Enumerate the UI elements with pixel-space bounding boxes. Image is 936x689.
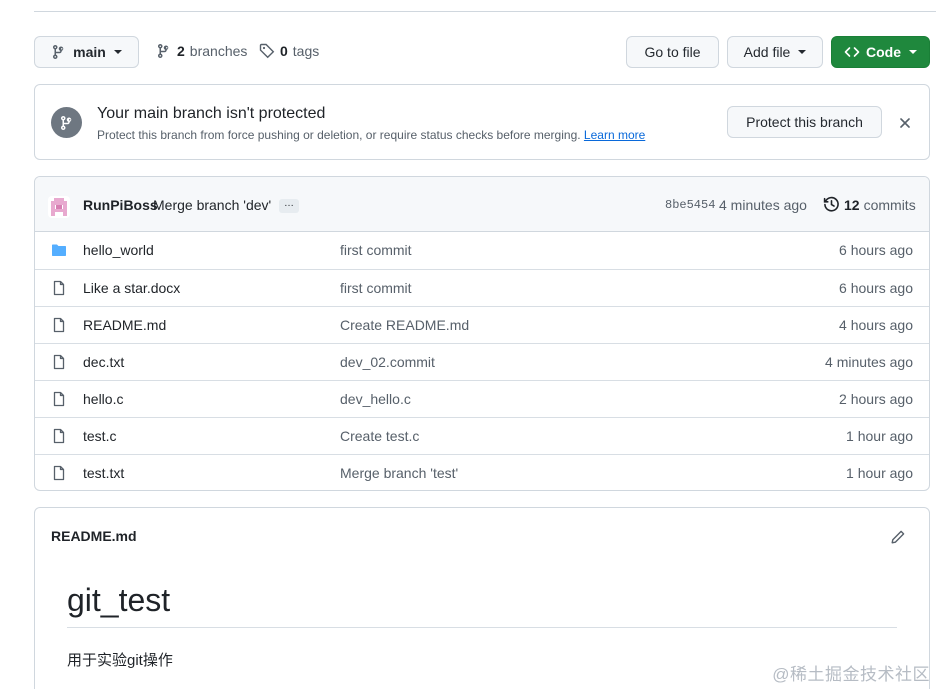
go-to-file-label: Go to file: [644, 44, 701, 60]
file-commit-message[interactable]: dev_02.commit: [340, 354, 435, 370]
file-name[interactable]: README.md: [83, 317, 166, 333]
watermark: @稀土掘金技术社区: [772, 665, 930, 684]
branch-protection-icon: [51, 107, 82, 138]
commits-history-link[interactable]: 12 commits: [823, 196, 916, 213]
code-label: Code: [866, 44, 901, 60]
file-age: 1 hour ago: [846, 428, 913, 444]
learn-more-link[interactable]: Learn more: [584, 128, 645, 142]
file-name[interactable]: dec.txt: [83, 354, 124, 370]
file-icon: [53, 428, 65, 444]
file-age: 4 minutes ago: [825, 354, 913, 370]
file-name[interactable]: hello.c: [83, 391, 123, 407]
file-icon: [53, 354, 65, 370]
tags-link[interactable]: 0 tags: [259, 43, 319, 59]
file-row[interactable]: test.txt Merge branch 'test' 1 hour ago: [35, 454, 929, 490]
file-icon: [53, 391, 65, 407]
add-file-button[interactable]: Add file: [727, 36, 823, 68]
branch-name: main: [73, 44, 106, 60]
latest-commit-bar: RunPiBoss Merge branch 'dev' … 8be5454 4…: [35, 177, 929, 232]
chevron-down-icon: [798, 50, 807, 54]
close-icon[interactable]: [897, 115, 913, 131]
branches-label: branches: [189, 43, 248, 59]
file-row[interactable]: Like a star.docx first commit 6 hours ago: [35, 269, 929, 306]
file-age: 6 hours ago: [839, 242, 913, 258]
branch-protection-banner: Your main branch isn't protected Protect…: [34, 84, 930, 160]
top-divider: [34, 11, 936, 12]
banner-description-text: Protect this branch from force pushing o…: [97, 128, 581, 142]
file-commit-message[interactable]: Create README.md: [340, 317, 469, 333]
file-age: 6 hours ago: [839, 280, 913, 296]
tag-icon: [259, 43, 275, 59]
code-button[interactable]: Code: [831, 36, 930, 68]
git-branch-icon: [158, 44, 169, 58]
commit-author[interactable]: RunPiBoss: [83, 197, 158, 213]
file-name[interactable]: test.c: [83, 428, 116, 444]
chevron-down-icon: [113, 50, 122, 54]
branch-select-button[interactable]: main: [34, 36, 139, 68]
commit-sha[interactable]: 8be5454: [665, 198, 715, 212]
branches-link[interactable]: 2 branches: [156, 43, 247, 59]
readme-heading: git_test: [67, 582, 171, 618]
avatar[interactable]: [48, 196, 70, 218]
file-name[interactable]: Like a star.docx: [83, 280, 180, 296]
code-icon: [844, 47, 860, 57]
chevron-down-icon: [909, 50, 917, 54]
protect-branch-label: Protect this branch: [746, 114, 863, 130]
banner-description: Protect this branch from force pushing o…: [97, 128, 645, 142]
commit-age: 4 minutes ago: [719, 197, 807, 213]
file-commit-message[interactable]: Create test.c: [340, 428, 419, 444]
tags-label: tags: [292, 43, 320, 59]
file-icon: [53, 280, 65, 296]
file-name[interactable]: hello_world: [83, 242, 154, 258]
history-icon: [823, 196, 839, 212]
commits-count: 12: [844, 196, 860, 213]
folder-icon: [52, 244, 66, 256]
file-row[interactable]: hello.c dev_hello.c 2 hours ago: [35, 380, 929, 417]
file-commit-message[interactable]: dev_hello.c: [340, 391, 411, 407]
file-row[interactable]: test.c Create test.c 1 hour ago: [35, 417, 929, 454]
file-commit-message[interactable]: Merge branch 'test': [340, 465, 458, 481]
commits-label: commits: [863, 196, 916, 213]
git-branch-icon: [53, 45, 64, 59]
file-commit-message[interactable]: first commit: [340, 280, 412, 296]
edit-pencil-icon[interactable]: [890, 529, 906, 545]
commit-message[interactable]: Merge branch 'dev': [153, 197, 271, 213]
file-list: RunPiBoss Merge branch 'dev' … 8be5454 4…: [34, 176, 930, 491]
protect-branch-button[interactable]: Protect this branch: [727, 106, 882, 138]
go-to-file-button[interactable]: Go to file: [626, 36, 719, 68]
tags-count: 0: [280, 43, 288, 59]
file-row[interactable]: README.md Create README.md 4 hours ago: [35, 306, 929, 343]
file-age: 2 hours ago: [839, 391, 913, 407]
file-name[interactable]: test.txt: [83, 465, 124, 481]
file-age: 4 hours ago: [839, 317, 913, 333]
heading-divider: [67, 627, 897, 628]
branches-count: 2: [177, 43, 185, 59]
file-icon: [53, 317, 65, 333]
banner-title: Your main branch isn't protected: [97, 105, 326, 122]
add-file-label: Add file: [743, 44, 791, 60]
commit-expand-button[interactable]: …: [279, 199, 299, 213]
readme-header[interactable]: README.md: [51, 528, 137, 544]
file-age: 1 hour ago: [846, 465, 913, 481]
file-commit-message[interactable]: first commit: [340, 242, 412, 258]
file-row[interactable]: dec.txt dev_02.commit 4 minutes ago: [35, 343, 929, 380]
file-row[interactable]: hello_world first commit 6 hours ago: [35, 232, 929, 269]
file-icon: [53, 465, 65, 481]
readme-body: 用于实验git操作: [67, 652, 173, 669]
